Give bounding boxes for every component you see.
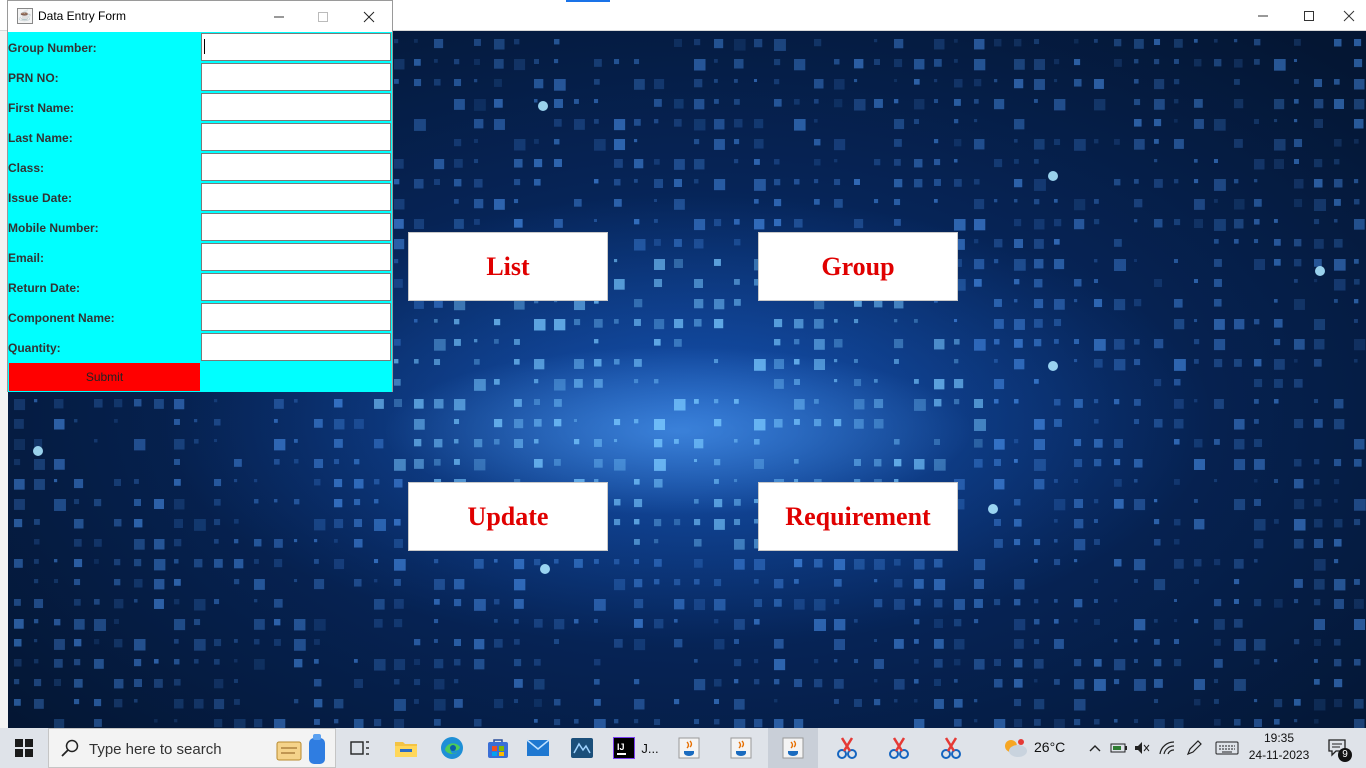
windows-start-icon[interactable]	[0, 728, 48, 768]
volume-muted-icon[interactable]	[1132, 728, 1152, 768]
keyboard-icon[interactable]	[1212, 728, 1242, 768]
java-app-icon[interactable]	[720, 728, 762, 768]
form-row-last-name: Last Name:	[8, 122, 392, 152]
component-name-input[interactable]	[201, 303, 391, 331]
battery-icon[interactable]	[1108, 728, 1130, 768]
first-name-label: First Name:	[8, 101, 75, 115]
class-input[interactable]	[201, 153, 391, 181]
minimize-icon[interactable]	[1240, 0, 1286, 31]
return-date-label: Return Date:	[8, 281, 81, 295]
search-highlight-illustration-icon	[271, 732, 335, 768]
snipping-tool-icon[interactable]	[928, 728, 974, 768]
last-name-input[interactable]	[201, 123, 391, 151]
form-panel: Group Number: PRN NO: First Name: Last N…	[8, 32, 392, 392]
snipping-tool-icon[interactable]	[876, 728, 922, 768]
update-button[interactable]: Update	[408, 482, 608, 551]
group-number-label: Group Number:	[8, 41, 97, 55]
close-icon[interactable]	[1332, 0, 1366, 31]
pen-icon[interactable]	[1182, 728, 1206, 768]
form-row-prn: PRN NO:	[8, 62, 392, 92]
svg-text:IJ: IJ	[617, 742, 625, 752]
form-row-return-date: Return Date:	[8, 272, 392, 302]
form-row-quantity: Quantity:	[8, 332, 392, 362]
mobile-number-input[interactable]	[201, 213, 391, 241]
group-button[interactable]: Group	[758, 232, 958, 301]
notification-count: 9	[1338, 748, 1352, 762]
chevron-up-icon[interactable]	[1086, 728, 1104, 768]
issue-date-input[interactable]	[201, 183, 391, 211]
maximize-icon[interactable]	[1286, 0, 1332, 31]
taskbar: Type here to search IJ J... 26°C 19:35 2…	[0, 728, 1366, 768]
store-icon[interactable]	[478, 728, 518, 768]
prn-input[interactable]	[201, 63, 391, 91]
text-caret	[204, 39, 205, 54]
intellij-icon[interactable]: IJ J...	[608, 728, 664, 768]
class-label: Class:	[8, 161, 45, 175]
issue-date-label: Issue Date:	[8, 191, 73, 205]
wifi-icon[interactable]	[1156, 728, 1178, 768]
quantity-input[interactable]	[201, 333, 391, 361]
data-entry-dialog: ☕ Data Entry Form Group Number: PRN NO: …	[7, 0, 393, 392]
form-row-class: Class:	[8, 152, 392, 182]
clock[interactable]: 19:35 24-11-2023	[1248, 731, 1310, 765]
notification-icon[interactable]: 9	[1318, 728, 1358, 768]
prn-label: PRN NO:	[8, 71, 59, 85]
dialog-minimize-icon[interactable]	[256, 1, 302, 32]
list-button[interactable]: List	[408, 232, 608, 301]
weather-temperature[interactable]: 26°C	[1034, 739, 1065, 755]
clock-date: 24-11-2023	[1248, 748, 1310, 762]
mail-icon[interactable]	[518, 728, 558, 768]
form-row-mobile: Mobile Number:	[8, 212, 392, 242]
submit-button[interactable]: Submit	[9, 363, 200, 391]
weather-icon[interactable]	[1000, 728, 1030, 768]
java-icon: ☕	[17, 8, 33, 24]
file-explorer-icon[interactable]	[386, 728, 426, 768]
requirement-button[interactable]: Requirement	[758, 482, 958, 551]
form-row-component: Component Name:	[8, 302, 392, 332]
mobile-number-label: Mobile Number:	[8, 221, 99, 235]
component-name-label: Component Name:	[8, 311, 115, 325]
taskbar-search-box[interactable]: Type here to search	[48, 728, 336, 768]
return-date-input[interactable]	[201, 273, 391, 301]
last-name-label: Last Name:	[8, 131, 73, 145]
dialog-close-icon[interactable]	[346, 1, 392, 32]
search-icon	[61, 739, 79, 762]
form-row-email: Email:	[8, 242, 392, 272]
dialog-maximize-icon	[300, 1, 346, 32]
email-label: Email:	[8, 251, 45, 265]
form-row-group-number: Group Number:	[8, 32, 392, 62]
email-input[interactable]	[201, 243, 391, 271]
java-app-icon[interactable]	[768, 728, 818, 768]
form-row-issue-date: Issue Date:	[8, 182, 392, 212]
task-view-icon[interactable]	[340, 728, 380, 768]
mysql-workbench-icon[interactable]	[562, 728, 602, 768]
snipping-tool-icon[interactable]	[824, 728, 870, 768]
form-row-first-name: First Name:	[8, 92, 392, 122]
first-name-input[interactable]	[201, 93, 391, 121]
group-number-input[interactable]	[201, 33, 391, 61]
titlebar-accent	[566, 0, 610, 2]
search-placeholder: Type here to search	[89, 741, 222, 758]
clock-time: 19:35	[1263, 731, 1295, 745]
dialog-titlebar[interactable]: ☕ Data Entry Form	[8, 1, 392, 32]
edge-icon[interactable]	[432, 728, 472, 768]
dialog-title: Data Entry Form	[38, 9, 127, 23]
java-app-icon[interactable]	[668, 728, 710, 768]
quantity-label: Quantity:	[8, 341, 61, 355]
intellij-label: J...	[641, 740, 659, 756]
